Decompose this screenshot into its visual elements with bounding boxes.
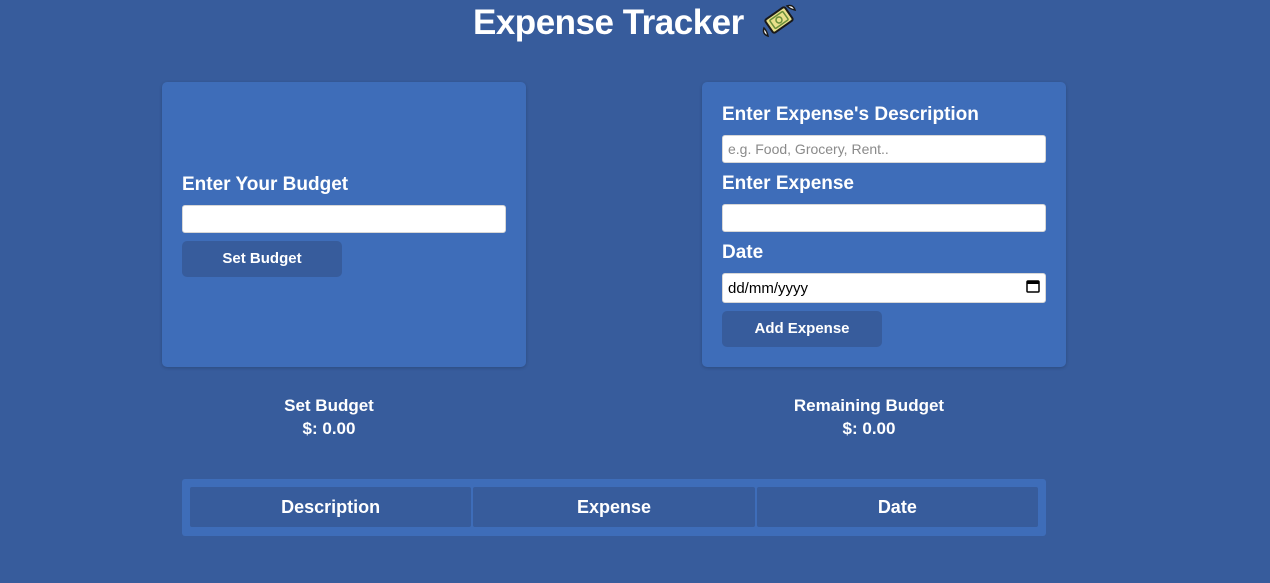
budget-label: Enter Your Budget (182, 174, 349, 195)
set-budget-summary-label: Set Budget (284, 396, 374, 415)
table-header-row: Description Expense Date (190, 487, 1038, 527)
add-expense-button[interactable]: Add Expense (722, 311, 882, 347)
remaining-budget-amount: $: 0.00 (842, 419, 896, 438)
budget-card: Enter Your Budget Set Budget (162, 82, 526, 367)
column-header-expense: Expense (473, 487, 755, 527)
date-label: Date (722, 242, 764, 263)
column-header-date: Date (756, 487, 1038, 527)
page-title-text: Expense Tracker (473, 3, 744, 42)
expense-input[interactable] (722, 204, 1046, 232)
expense-card: Enter Expense's Description Enter Expens… (702, 82, 1066, 367)
expense-label: Enter Expense (722, 173, 854, 194)
money-with-wings-icon (761, 2, 797, 47)
column-header-description: Description (190, 487, 472, 527)
calendar-icon[interactable] (1026, 279, 1040, 297)
set-budget-summary: Set Budget $: 0.00 (179, 394, 479, 440)
date-input[interactable]: dd/mm/yyyy (722, 273, 1046, 303)
budget-input[interactable] (182, 205, 506, 233)
expense-table: Description Expense Date (182, 479, 1046, 536)
remaining-budget-label: Remaining Budget (793, 396, 945, 415)
description-label: Enter Expense's Description (722, 104, 979, 125)
remaining-budget-summary: Remaining Budget $: 0.00 (719, 394, 1019, 440)
date-placeholder: dd/mm/yyyy (728, 279, 809, 297)
set-budget-button[interactable]: Set Budget (182, 241, 342, 277)
description-input[interactable] (722, 135, 1046, 163)
page-title: Expense Tracker (0, 2, 1270, 47)
set-budget-amount: $: 0.00 (302, 419, 356, 438)
